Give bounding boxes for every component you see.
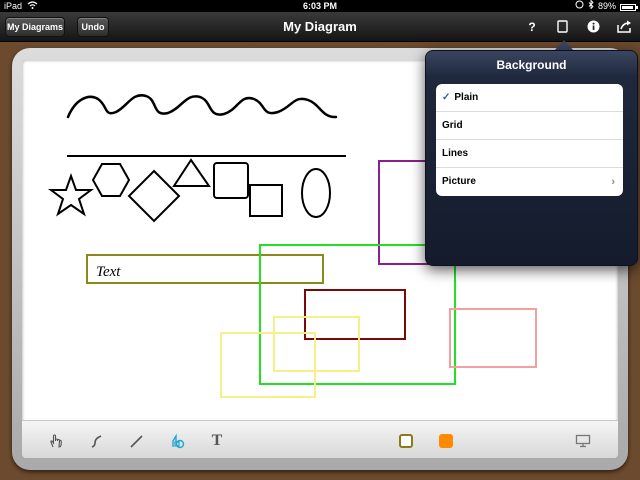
square-shape[interactable] bbox=[249, 184, 283, 217]
star-shape[interactable] bbox=[48, 173, 94, 217]
fill-color-swatch bbox=[439, 434, 453, 448]
hexagon-shape[interactable] bbox=[91, 163, 131, 197]
fill-color-button[interactable] bbox=[436, 431, 456, 451]
background-popover: Background ✓ Plain Grid Lines Picture › bbox=[425, 50, 638, 266]
stroke-color-button[interactable] bbox=[396, 431, 416, 451]
drawing-toolbar: T bbox=[22, 420, 618, 458]
chevron-right-icon: › bbox=[611, 176, 615, 188]
shape-tool-button[interactable] bbox=[168, 431, 188, 451]
freehand-tool-icon bbox=[91, 435, 102, 448]
yellow-rectangle-upper[interactable] bbox=[273, 316, 360, 372]
hand-tool-icon bbox=[50, 434, 62, 448]
dark-red-rectangle[interactable] bbox=[304, 289, 406, 340]
option-label: Picture bbox=[442, 176, 476, 187]
option-grid[interactable]: Grid bbox=[436, 112, 623, 140]
yellow-rectangle-lower[interactable] bbox=[220, 332, 316, 398]
stroke-color-swatch bbox=[399, 434, 413, 448]
option-label: Lines bbox=[442, 148, 469, 159]
diamond-shape[interactable] bbox=[127, 169, 181, 223]
text-tool-button[interactable]: T bbox=[207, 431, 227, 451]
freehand-wave[interactable] bbox=[66, 94, 338, 119]
rounded-square-shape[interactable] bbox=[213, 162, 249, 199]
hand-tool-button[interactable] bbox=[46, 431, 66, 451]
option-plain[interactable]: ✓ Plain bbox=[436, 84, 623, 112]
presentation-button[interactable] bbox=[573, 431, 593, 451]
text-box[interactable] bbox=[86, 254, 324, 284]
background-options-list: ✓ Plain Grid Lines Picture › bbox=[436, 84, 623, 196]
shape-tool-icon bbox=[172, 433, 185, 449]
line-tool-button[interactable] bbox=[126, 431, 146, 451]
ellipse-shape[interactable] bbox=[301, 168, 331, 218]
checkmark-icon: ✓ bbox=[442, 92, 451, 103]
triangle-shape[interactable] bbox=[172, 158, 211, 187]
option-picture[interactable]: Picture › bbox=[436, 168, 623, 196]
text-box-label: Text bbox=[96, 264, 121, 280]
popover-title: Background bbox=[496, 58, 567, 72]
option-label: Grid bbox=[442, 120, 463, 131]
green-rectangle[interactable] bbox=[259, 244, 456, 385]
salmon-rectangle[interactable] bbox=[449, 308, 537, 368]
monitor-icon bbox=[575, 434, 591, 448]
option-label: Plain bbox=[454, 92, 479, 103]
option-lines[interactable]: Lines bbox=[436, 140, 623, 168]
freehand-tool-button[interactable] bbox=[86, 431, 106, 451]
line-tool-icon bbox=[130, 435, 143, 448]
